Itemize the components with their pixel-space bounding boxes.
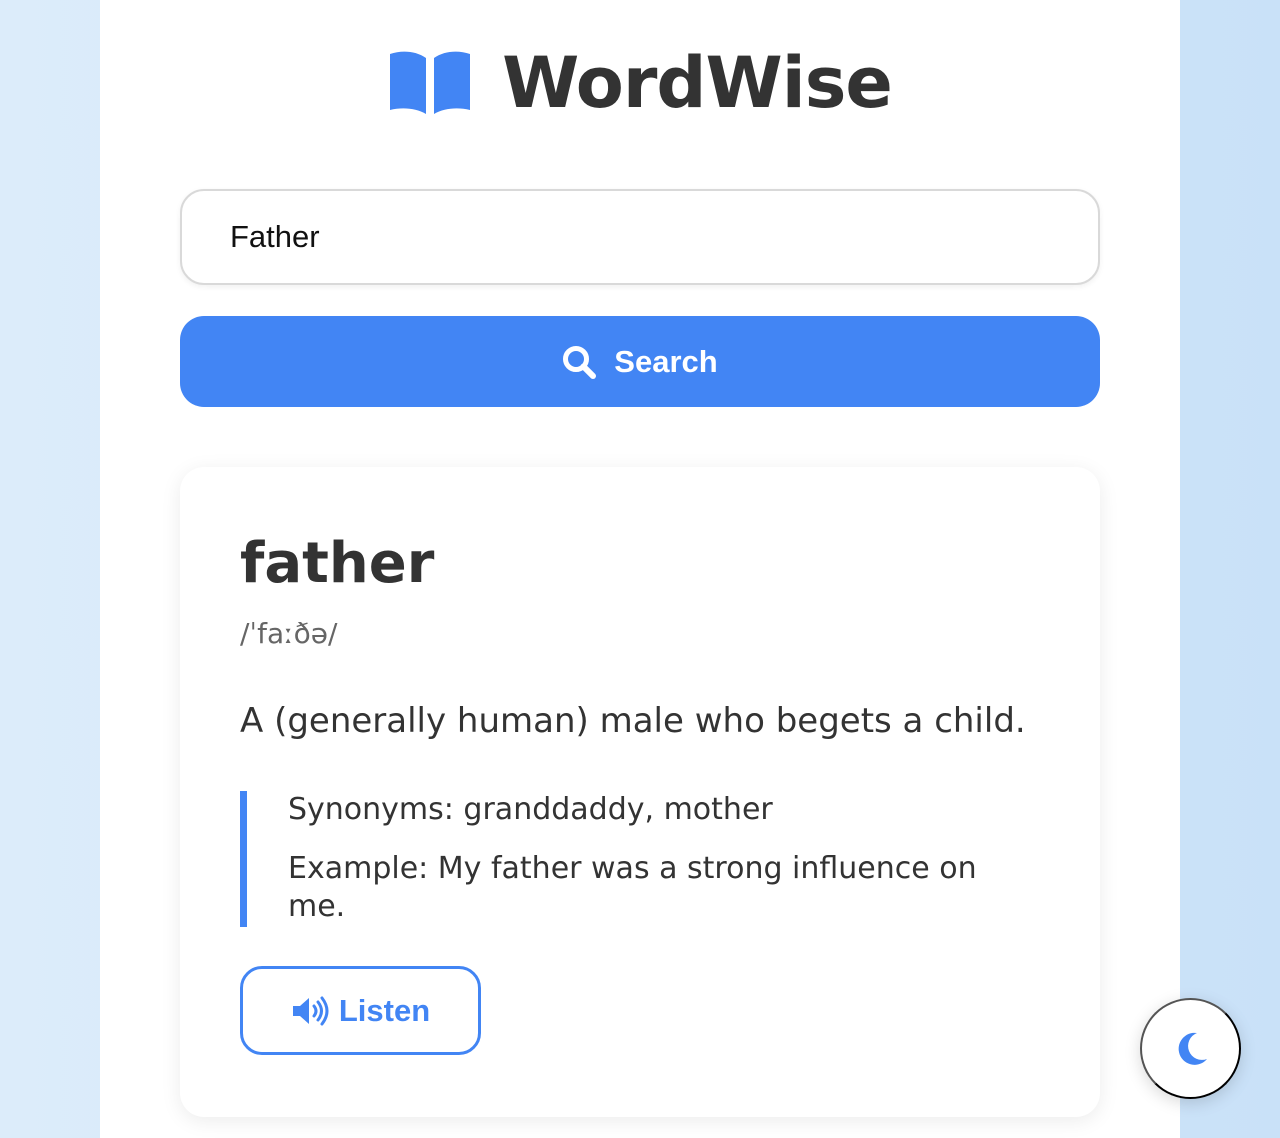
definition-card: father /ˈfaːðə/ A (generally human) male…	[180, 467, 1100, 1117]
definition-text: A (generally human) male who begets a ch…	[240, 701, 1026, 741]
brand-header: WordWise	[100, 38, 1180, 128]
example-text: Example: My father was a strong influenc…	[288, 851, 977, 924]
speaker-icon	[291, 995, 329, 1027]
app-title: WordWise	[502, 42, 893, 124]
search-icon	[562, 345, 597, 379]
app-container: WordWise Search father /ˈfaːðə/ A (gener…	[100, 0, 1180, 1138]
open-book-icon	[388, 50, 472, 116]
search-input[interactable]	[180, 189, 1100, 285]
moon-icon	[1171, 1029, 1211, 1069]
phonetic-text: /ˈfaːðə/	[240, 617, 338, 650]
theme-toggle-button[interactable]	[1140, 998, 1241, 1099]
synonyms-text: Synonyms: granddaddy, mother	[288, 792, 773, 827]
word-heading: father	[240, 531, 435, 596]
listen-button[interactable]: Listen	[240, 966, 481, 1055]
definition-details: Synonyms: granddaddy, mother Example: My…	[240, 791, 1020, 927]
search-button-label: Search	[614, 343, 718, 379]
listen-button-label: Listen	[338, 992, 431, 1028]
search-button[interactable]: Search	[180, 316, 1100, 407]
